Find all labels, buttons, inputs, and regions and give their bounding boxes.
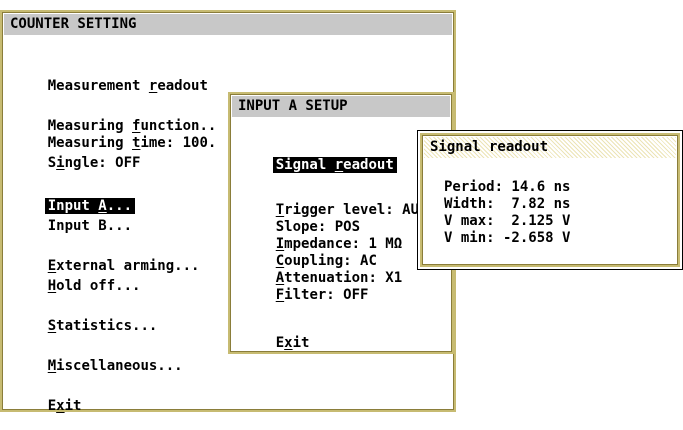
menu-measurement-readout[interactable]: Measurement readout xyxy=(14,62,208,94)
menu-hold-off[interactable]: Hold off... xyxy=(14,262,141,294)
menu-trigger-level[interactable]: Trigger level: AU xyxy=(242,186,419,218)
menu-statistics[interactable]: Statistics... xyxy=(14,302,158,334)
menu-signal-readout[interactable]: Signal readout xyxy=(242,141,397,173)
counter-setting-title: COUNTER SETTING xyxy=(4,14,452,35)
input-a-setup-title: INPUT A SETUP xyxy=(232,96,450,117)
menu-exit[interactable]: Exit xyxy=(14,382,82,414)
width-readout: Width: 7.82 ns xyxy=(444,196,571,212)
menu-external-arming[interactable]: External arming... xyxy=(14,242,200,274)
signal-readout-title: Signal readout xyxy=(424,137,676,158)
menu-measuring-time[interactable]: Measuring time: 100. xyxy=(14,119,217,151)
menu-single[interactable]: Single: OFF xyxy=(14,139,141,171)
menu-measuring-function[interactable]: Measuring function.. xyxy=(14,102,217,134)
menu-input-a[interactable]: Input A... xyxy=(14,182,136,214)
menu-filter[interactable]: Filter: OFF xyxy=(242,271,369,303)
vmin-readout: V min: -2.658 V xyxy=(444,230,571,246)
menu-impedance[interactable]: Impedance: 1 MΩ xyxy=(242,220,402,252)
menu-attenuation[interactable]: Attenuation: X1 xyxy=(242,254,402,286)
vmax-readout: V max: 2.125 V xyxy=(444,213,571,229)
menu-input-a-exit[interactable]: Exit xyxy=(242,319,310,351)
menu-miscellaneous[interactable]: Miscellaneous... xyxy=(14,342,183,374)
menu-input-b[interactable]: Input B... xyxy=(14,202,132,234)
signal-readout-window: Signal readout Period: 14.6 ns Width: 7.… xyxy=(420,133,680,267)
period-readout: Period: 14.6 ns xyxy=(444,179,571,195)
menu-coupling[interactable]: Coupling: AC xyxy=(242,237,377,269)
menu-slope[interactable]: Slope: POS xyxy=(242,203,360,235)
